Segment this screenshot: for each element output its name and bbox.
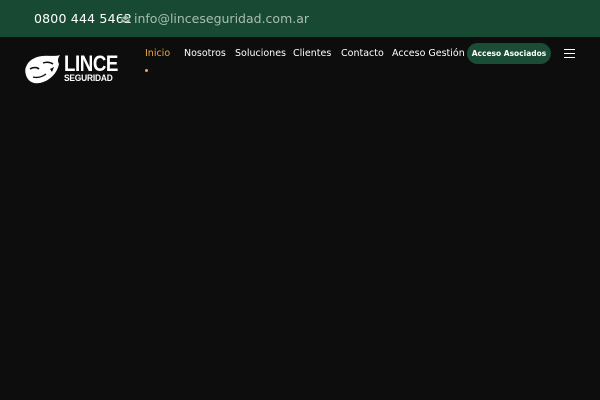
brand-name: LINCE <box>64 51 118 76</box>
hamburger-menu-icon[interactable] <box>564 49 575 58</box>
top-contact-bar: 0800 444 5462 info@linceseguridad.com.ar <box>0 0 600 37</box>
active-indicator <box>145 69 148 72</box>
nav-item-acceso-gestion[interactable]: Acceso Gestión <box>392 48 465 59</box>
nav-item-inicio[interactable]: Inicio <box>145 48 170 59</box>
nav-item-soluciones[interactable]: Soluciones <box>235 48 286 59</box>
envelope-icon <box>121 15 130 23</box>
nav-item-contacto[interactable]: Contacto <box>341 48 384 59</box>
lynx-head-icon <box>25 55 60 84</box>
phone-link[interactable]: 0800 444 5462 <box>34 11 132 26</box>
email-link[interactable]: info@linceseguridad.com.ar <box>121 11 309 26</box>
brand-subtitle: SEGURIDAD <box>64 73 113 84</box>
acceso-asociados-button[interactable]: Acceso Asociados <box>467 43 551 64</box>
nav-item-clientes[interactable]: Clientes <box>293 48 331 59</box>
nav-item-nosotros[interactable]: Nosotros <box>184 48 226 59</box>
main-header: LINCE SEGURIDAD Inicio Nosotros Solucion… <box>0 37 600 400</box>
email-address: info@linceseguridad.com.ar <box>134 11 310 26</box>
brand-logo[interactable]: LINCE SEGURIDAD <box>24 53 118 87</box>
